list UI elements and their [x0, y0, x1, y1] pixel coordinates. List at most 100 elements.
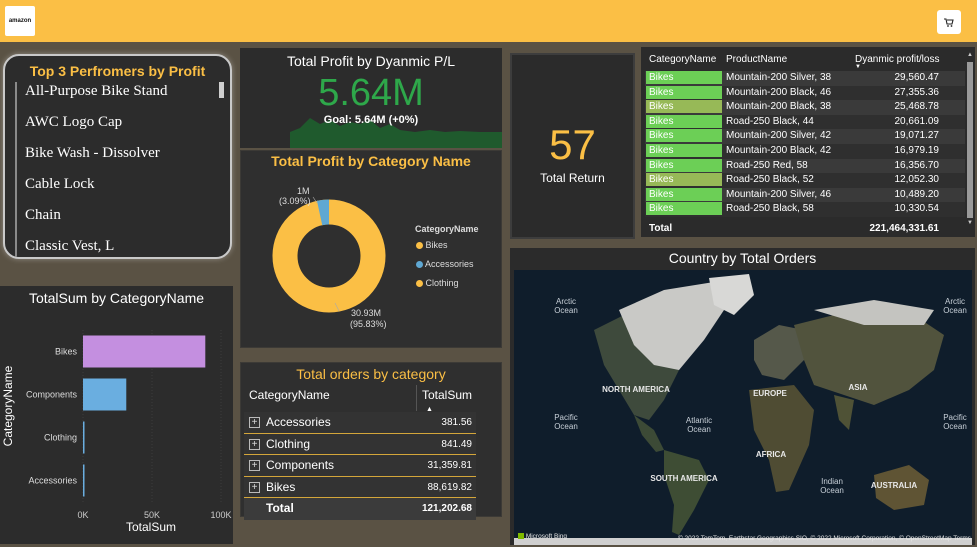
table-scrollbar[interactable]: ▲ ▼	[966, 52, 974, 228]
y-tick-label: Bikes	[55, 347, 78, 357]
product-cell: Mountain-200 Silver, 42	[726, 130, 832, 142]
bar-clothing[interactable]	[83, 421, 85, 454]
orders-title: Total orders by category	[296, 366, 446, 382]
profit-cell: 29,560.47	[894, 72, 940, 83]
performers-list: All-Purpose Bike Stand AWC Logo Cap Bike…	[15, 82, 215, 257]
list-item[interactable]: AWC Logo Cap	[15, 113, 215, 144]
country-orders-map: Country by Total Orders Arctic Ocean Arc…	[510, 248, 975, 545]
scroll-up-icon[interactable]: ▲	[967, 52, 973, 58]
column-divider	[416, 385, 417, 411]
column-header-totalsum[interactable]: TotalSum ▲	[422, 385, 472, 413]
expand-icon[interactable]: +	[249, 417, 260, 428]
product-cell: Road-250 Red, 58	[726, 159, 808, 171]
top-bar: amazon	[0, 0, 977, 42]
table-row[interactable]: Bikes Mountain-200 Silver, 42 19,071.27	[645, 129, 965, 144]
legend-item-accessories[interactable]: Accessories	[416, 259, 474, 269]
map-copyright[interactable]: © 2022 TomTom, Earthstar Geographics SIO…	[645, 535, 971, 542]
totalsum-bar-chart: TotalSum by CategoryName 0K 50K 100K Bikes C…	[0, 286, 233, 544]
legend-item-bikes[interactable]: Bikes	[416, 240, 448, 250]
bar-bikes[interactable]	[83, 335, 206, 368]
column-header-product[interactable]: ProductName	[726, 54, 787, 65]
table-total-row: Total 121,202.68	[244, 498, 476, 520]
column-header-category[interactable]: CategoryName	[249, 385, 330, 405]
table-row[interactable]: Bikes Road-250 Red, 58 16,356.70	[645, 158, 965, 174]
table-row[interactable]: + Components 31,359.81	[244, 455, 476, 477]
list-item[interactable]: Classic Vest, L	[15, 237, 215, 257]
profit-cell: 20,661.09	[894, 115, 940, 127]
top-performers-slicer: Top 3 Perfromers by Profit All-Purpose B…	[3, 54, 232, 259]
y-tick-label: Clothing	[44, 433, 77, 443]
legend-dot	[416, 280, 423, 288]
profit-cell: 27,355.36	[894, 86, 940, 98]
scrollbar-thumb[interactable]	[219, 82, 224, 98]
amazon-logo: amazon	[5, 6, 35, 36]
profit-cell: 10,330.54	[894, 203, 940, 215]
map-label: Arctic Ocean	[554, 297, 578, 315]
table-row[interactable]: + Bikes 88,619.82	[244, 476, 476, 498]
bing-logo: Microsoft Bing	[518, 533, 567, 540]
map-label: Pacific Ocean	[943, 413, 967, 431]
legend-dot	[416, 261, 423, 269]
table-row[interactable]: + Accessories 381.56	[244, 412, 476, 434]
map-label: AFRICA	[755, 450, 787, 459]
expand-icon[interactable]: +	[249, 460, 260, 471]
table-row[interactable]: Bikes Mountain-200 Silver, 38 29,560.47	[645, 71, 965, 86]
category-cell: Bikes	[646, 100, 722, 114]
category-cell: Bikes	[646, 202, 722, 216]
profit-cell: 12,052.30	[894, 174, 940, 186]
list-item[interactable]: Cable Lock	[15, 175, 215, 206]
performers-title: Top 3 Perfromers by Profit	[29, 63, 206, 79]
map-label: SOUTH AMERICA	[650, 474, 718, 483]
table-row[interactable]: Bikes Mountain-200 Silver, 46 10,489.20	[645, 187, 965, 203]
table-row[interactable]: Bikes Road-250 Black, 52 12,052.30	[645, 173, 965, 188]
y-tick-label: Accessories	[28, 476, 77, 486]
scroll-down-icon[interactable]: ▼	[967, 220, 973, 226]
donut-slice-accessories[interactable]	[316, 199, 330, 226]
product-cell: Mountain-200 Black, 38	[726, 101, 832, 113]
profit-by-category-donut: Total Profit by Category Name 1M (3.09%)…	[240, 150, 502, 348]
x-tick-label: 0K	[77, 510, 88, 520]
donut-small-pct: (3.09%)	[279, 196, 311, 206]
map-title: Country by Total Orders	[668, 250, 817, 266]
cart-button[interactable]	[937, 10, 961, 34]
scrollbar-thumb[interactable]	[967, 62, 973, 218]
column-header-profit[interactable]: Dyanmic profit/loss ▼	[855, 54, 939, 70]
table-row[interactable]: + Clothing 841.49	[244, 433, 476, 455]
profit-kpi-card: Total Profit by Dyanmic P/L 5.64M Goal: …	[240, 48, 502, 148]
bar-chart-svg: 0K 50K 100K Bikes Components Clothing Accessor…	[1, 330, 232, 534]
list-item[interactable]: All-Purpose Bike Stand	[15, 82, 215, 113]
column-header-category[interactable]: CategoryName	[649, 54, 716, 65]
product-cell: Mountain-200 Black, 46	[726, 86, 832, 98]
map-label: EUROPE	[753, 389, 787, 398]
profit-cell: 25,468.78	[894, 101, 940, 113]
map-label: AUSTRALIA	[870, 481, 918, 490]
donut-big-label: 30.93M	[351, 308, 382, 318]
table-row[interactable]: Bikes Mountain-200 Black, 46 27,355.36	[645, 85, 965, 101]
category-cell: Bikes	[646, 187, 722, 201]
return-value: 57	[549, 121, 596, 168]
map-label: Atlantic Ocean	[685, 416, 713, 434]
bar-accessories[interactable]	[83, 464, 85, 497]
profit-cell: 16,979.19	[894, 145, 940, 156]
expand-icon[interactable]: +	[249, 481, 260, 493]
y-tick-label: Components	[26, 390, 78, 400]
table-row[interactable]: Bikes Road-250 Black, 58 10,330.54	[645, 202, 965, 217]
list-item[interactable]: Chain	[15, 206, 215, 237]
donut-slice-bikes[interactable]	[272, 199, 386, 313]
list-item[interactable]: Bike Wash - Dissolver	[15, 144, 215, 175]
bar-components[interactable]	[83, 378, 127, 411]
category-cell: Bikes	[646, 173, 722, 187]
table-row[interactable]: Bikes Road-250 Black, 44 20,661.09	[645, 114, 965, 130]
map-canvas[interactable]: Arctic Ocean Arctic Ocean NORTH AMERICA …	[514, 270, 972, 545]
x-tick-label: 100K	[210, 510, 231, 520]
expand-icon[interactable]: +	[249, 438, 260, 450]
table-row[interactable]: Bikes Mountain-200 Black, 38 25,468.78	[645, 100, 965, 115]
table-row[interactable]: Bikes Mountain-200 Black, 42 16,979.19	[645, 144, 965, 159]
category-cell: Bikes	[646, 158, 722, 172]
category-cell: Bikes	[646, 114, 722, 128]
table-total-row: Total 221,464,331.61	[649, 223, 939, 234]
product-cell: Road-250 Black, 52	[726, 174, 814, 186]
category-cell: Bikes	[646, 129, 722, 143]
table-header: CategoryName TotalSum ▲	[244, 385, 476, 413]
legend-item-clothing[interactable]: Clothing	[416, 278, 459, 288]
